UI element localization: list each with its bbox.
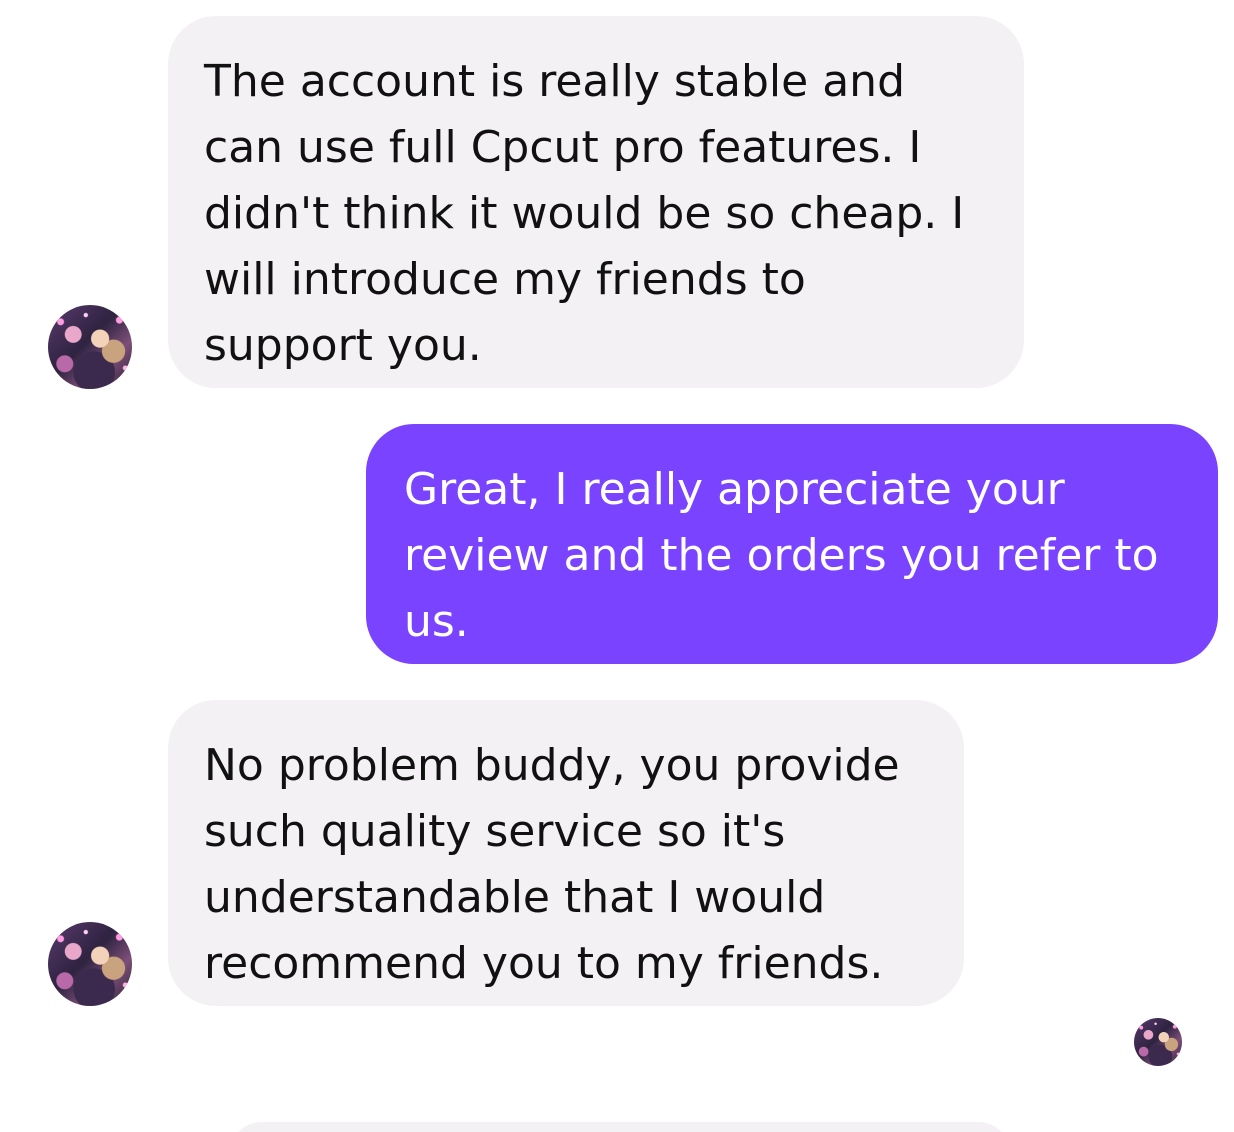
message-text-line: didn't think it would be so cheap. I: [204, 188, 965, 239]
message-text-line: recommend you to my friends.: [204, 938, 884, 989]
incoming-message-bubble[interactable]: The account is really stable and can use…: [168, 16, 1024, 388]
contact-avatar[interactable]: [48, 305, 132, 389]
outgoing-message-bubble[interactable]: Great, I really appreciate your review a…: [366, 424, 1218, 664]
message-text-line: understandable that I would: [204, 872, 826, 923]
message-text-line: The account is really stable and: [204, 56, 905, 107]
message-text-line: us.: [404, 596, 469, 647]
contact-avatar[interactable]: [48, 922, 132, 1006]
message-text-line: will introduce my friends to: [204, 254, 806, 305]
message-text-line: can use full Cpcut pro features. I: [204, 122, 922, 173]
incoming-message-bubble-partial[interactable]: [230, 1122, 1010, 1132]
message-text-line: support you.: [204, 320, 482, 371]
message-text-line: review and the orders you refer to: [404, 530, 1159, 581]
incoming-message-bubble[interactable]: No problem buddy, you provide such quali…: [168, 700, 964, 1006]
message-text-line: such quality service so it's: [204, 806, 786, 857]
seen-avatar-icon: [1134, 1018, 1182, 1066]
chat-thread: The account is really stable and can use…: [0, 0, 1234, 1132]
message-text-line: No problem buddy, you provide: [204, 740, 900, 791]
message-text-line: Great, I really appreciate your: [404, 464, 1065, 515]
